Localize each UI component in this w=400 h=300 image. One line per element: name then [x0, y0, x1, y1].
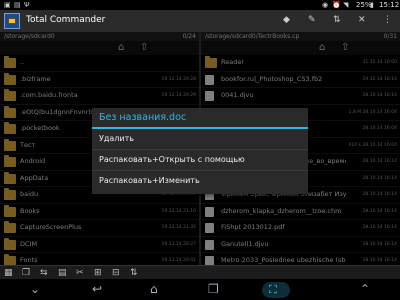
home-icon[interactable]: ⌂ [150, 282, 158, 297]
move-icon[interactable]: ⇆ [40, 267, 48, 279]
system-nav-bar: ⌄ ↩ ⌂ ❐ ⌃ [0, 279, 400, 300]
bottom-toolbar: ▦ ❐ ⇆ ▤ ✂ ⊞ ⊟ ⇅ [0, 265, 400, 279]
battery-icon: ▮ [370, 1, 374, 9]
alarm-icon: ⏰ [332, 1, 341, 9]
menu-item-label: Удалить [99, 134, 134, 143]
inverse-select-icon[interactable]: ⊟ [112, 267, 120, 279]
app-title-bar: Total Commander ◆ ✎ ⇅ ✕ ⋮ [0, 10, 400, 32]
thumbnail-icon: ▤ [14, 1, 21, 9]
close-icon[interactable]: ✕ [358, 14, 366, 26]
menu-item-unpack-open-with[interactable]: Распаковать+Открыть с помощью [92, 150, 308, 171]
screenshot-icon[interactable]: ⛶ [269, 282, 277, 298]
context-menu-dialog: Без названия.doc Удалить Распаковать+Отк… [92, 108, 308, 194]
menu-item-unpack-edit[interactable]: Распаковать+Изменить [92, 171, 308, 192]
app-title: Total Commander [26, 15, 106, 25]
usb-icon: Ψ [24, 1, 30, 9]
location-icon: ◉ [322, 1, 329, 9]
hide-bar-icon[interactable]: ⌄ [30, 282, 40, 297]
menu-item-label: Распаковать+Изменить [99, 176, 200, 185]
clock: 15:12 [379, 1, 400, 9]
select-all-icon[interactable]: ⊞ [94, 267, 102, 279]
menu-item-delete[interactable]: Удалить [92, 129, 308, 150]
delete-icon[interactable]: ✂ [76, 267, 84, 279]
notification-icon: ▣ [4, 1, 11, 9]
zip-icon[interactable]: ▤ [58, 267, 67, 279]
menu-item-label: Распаковать+Открыть с помощью [99, 155, 245, 164]
dialog-title: Без названия.doc [99, 112, 187, 123]
menu-icon[interactable]: ⋮ [383, 14, 392, 26]
wifi-icon: ◥ [343, 1, 349, 9]
copy-icon[interactable]: ❐ [22, 267, 30, 279]
edit-icon[interactable]: ✎ [308, 14, 316, 26]
app-logo-icon[interactable] [4, 13, 20, 29]
status-bar: ▣ ▤ Ψ ◉ ⏰ ◥ 25% ▮ 15:12 [0, 0, 400, 10]
recent-apps-icon[interactable]: ❐ [208, 282, 219, 297]
sync-icon[interactable]: ⇅ [130, 267, 138, 279]
sort-icon[interactable]: ⇅ [333, 14, 341, 26]
back-icon[interactable]: ↩ [92, 282, 102, 297]
eraser-icon[interactable]: ◆ [283, 14, 290, 26]
select-icon[interactable]: ▦ [4, 267, 13, 279]
menu-up-icon[interactable]: ⌃ [360, 282, 370, 297]
